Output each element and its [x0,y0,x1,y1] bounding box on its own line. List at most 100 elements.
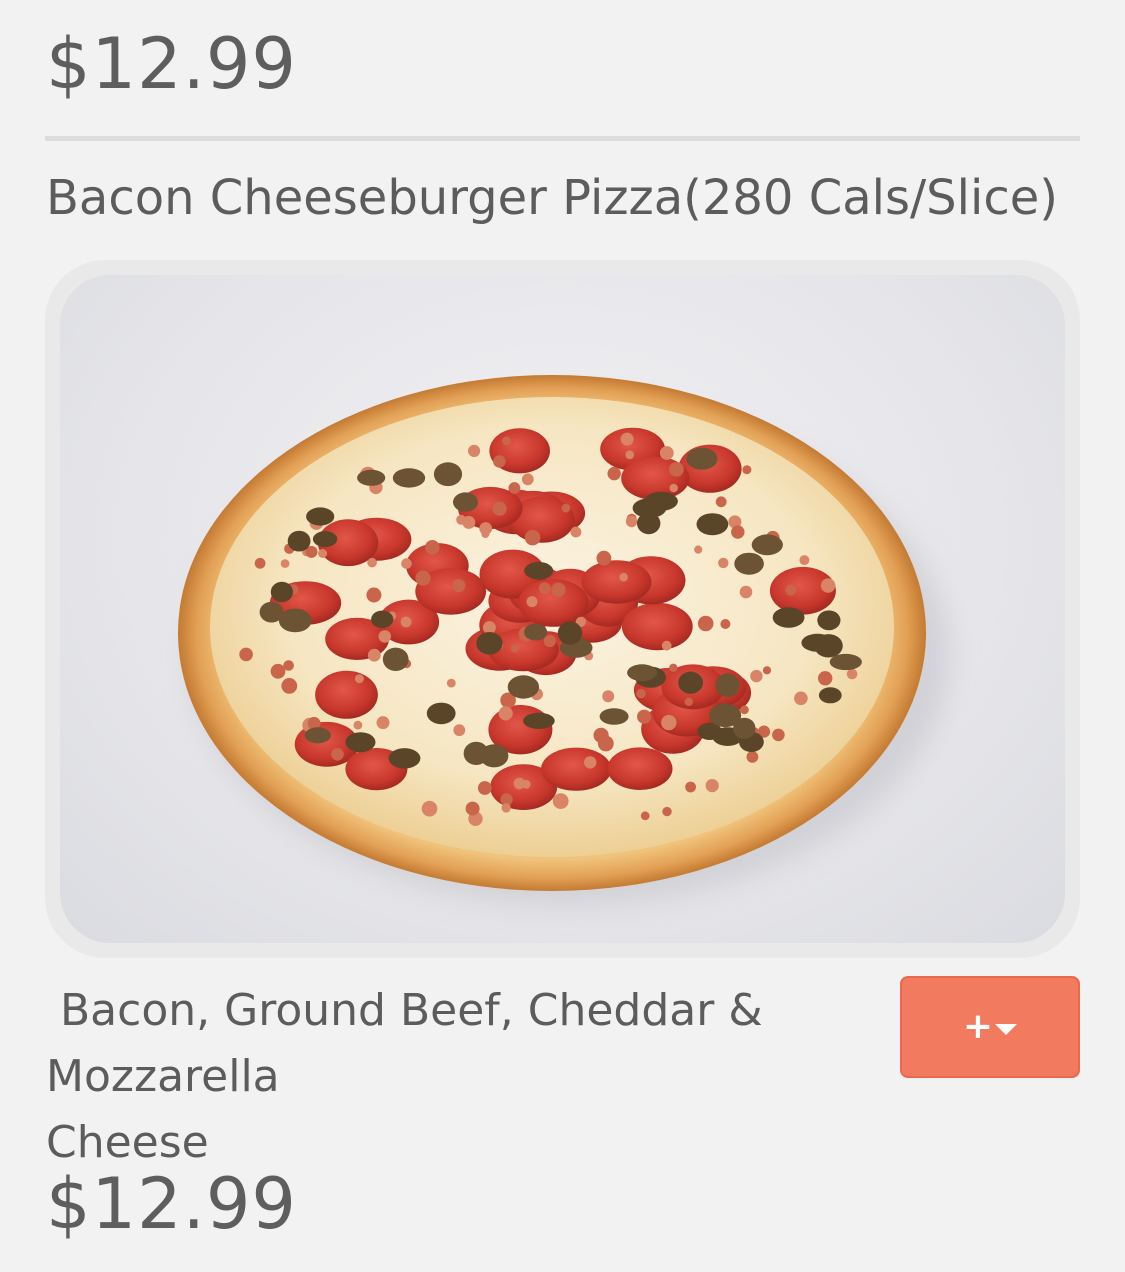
bacon-bit [818,671,833,686]
menu-item-page: $12.99 Bacon Cheeseburger Pizza(280 Cals… [0,0,1125,1272]
bacon-bit [465,801,480,816]
bacon-bit [742,465,752,475]
pepperoni-slice [621,602,693,651]
ground-beef-piece [678,671,703,694]
item-image[interactable] [60,275,1065,943]
bacon-bit [453,724,466,737]
bacon-bit [625,450,635,460]
bacon-bit [400,616,412,628]
bacon-bit [625,515,638,528]
ground-beef-piece [686,447,718,470]
ground-beef-piece [426,702,456,725]
ground-beef-piece [818,687,842,704]
bacon-bit [354,674,364,684]
bacon-bit [739,585,753,599]
item-image-card[interactable] [45,260,1080,958]
ground-beef-piece [696,513,729,536]
ground-beef-piece [357,469,386,486]
bacon-bit [661,714,677,731]
ground-beef-piece [772,607,805,628]
bacon-bit [415,570,431,586]
pepperoni-slice [581,560,652,604]
bacon-bit [331,748,344,761]
bacon-bit [498,706,513,721]
bacon-bit [846,668,858,680]
ground-beef-piece [287,530,311,552]
bacon-bit [538,582,551,595]
ground-beef-piece [814,634,843,658]
bacon-bit [366,587,382,603]
bacon-bit [501,803,511,813]
ground-beef-piece [751,534,783,556]
bacon-bit [799,555,810,566]
bacon-bit [762,666,772,675]
ground-beef-piece [392,468,426,488]
ground-beef-piece [371,610,394,628]
bacon-bit [543,634,556,648]
ground-beef-piece [733,717,756,739]
bacon-bit [477,781,492,795]
ground-beef-piece [734,552,764,575]
item-description: Bacon, Ground Beef, Cheddar & Mozzarella… [46,985,763,1168]
bacon-bit [367,557,377,568]
bacon-bit [367,648,381,662]
bacon-bit [561,503,571,513]
bacon-bit [694,545,703,554]
plus-icon: + [962,1006,994,1047]
bacon-bit [662,806,672,817]
bacon-bit [254,557,266,569]
bacon-bit [669,462,684,477]
pepperoni-slice [541,747,612,791]
bacon-bit [669,663,678,672]
bacon-bit [584,756,597,769]
bacon-bit [607,466,621,481]
bacon-bit [619,572,628,582]
bacon-bit [570,526,582,538]
ground-beef-piece [433,462,463,487]
bacon-bit [425,540,440,555]
bacon-bit [669,483,678,493]
item-price: $12.99 [46,23,297,105]
bacon-bit [551,582,566,597]
bacon-bit [697,615,714,632]
bacon-bit [552,793,569,809]
bacon-bit [785,584,797,596]
ground-beef-piece [476,632,503,655]
divider [45,136,1080,141]
bacon-bit [640,811,650,821]
bacon-bit [378,630,392,643]
bacon-bit [446,678,456,688]
bacon-bit [659,446,674,460]
ground-beef-piece [557,621,583,645]
pepperoni-slice [607,747,673,790]
bacon-bit [280,559,290,568]
bacon-bit [602,690,615,703]
bacon-bit [596,550,612,566]
bacon-bit [353,720,363,730]
ground-beef-piece [479,744,509,768]
bacon-bit [510,644,520,653]
pepperoni-slice [315,670,378,719]
bacon-bit [661,640,672,651]
bacon-bit [637,709,652,724]
bacon-bit [318,549,328,558]
bacon-bit [620,432,634,446]
ground-beef-piece [278,608,312,633]
bacon-bit [685,781,696,793]
bacon-bit [493,455,506,468]
ground-beef-piece [382,647,409,671]
ground-beef-piece [304,727,331,744]
bacon-bit [270,663,286,679]
ground-beef-piece [507,675,540,699]
ground-beef-piece [523,712,555,729]
caret-down-icon [995,1023,1018,1035]
bacon-bit [731,525,745,539]
add-to-order-button[interactable]: + [900,976,1080,1078]
bacon-bit [521,473,534,486]
bacon-bit [593,727,609,743]
bacon-bit [502,436,511,446]
bacon-bit [452,579,466,593]
bacon-bit [750,669,763,683]
bacon-bit [479,522,493,535]
ground-beef-piece [306,507,335,526]
